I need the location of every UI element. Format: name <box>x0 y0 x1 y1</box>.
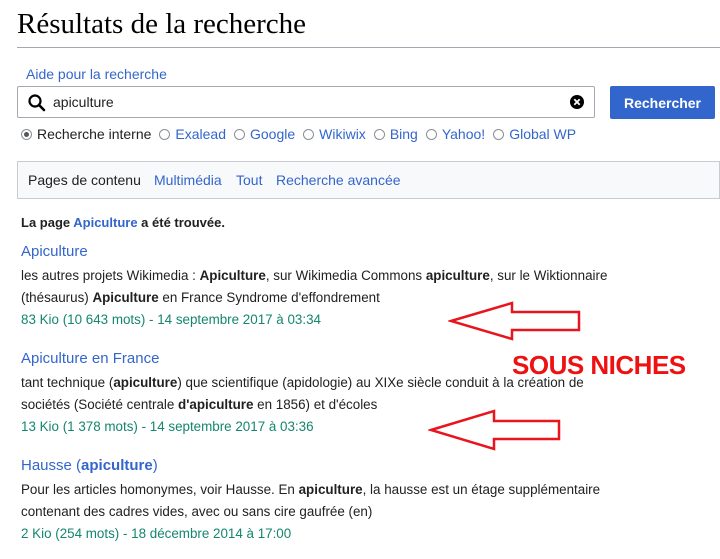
clear-icon[interactable] <box>570 95 584 109</box>
search-icon <box>28 94 46 112</box>
engine-label: Recherche interne <box>37 126 152 142</box>
snippet-text: , sur Wikimedia Commons <box>265 268 426 283</box>
result-title-rest[interactable]: ) <box>153 457 158 474</box>
found-suffix: a été trouvée. <box>137 215 225 230</box>
engine-option-yahoo[interactable]: Yahoo! <box>425 126 485 142</box>
found-prefix: La page <box>21 215 74 230</box>
radio-icon[interactable] <box>159 128 171 140</box>
profile-content-pages: Pages de contenu <box>28 172 141 188</box>
engine-label[interactable]: Yahoo! <box>442 126 485 142</box>
result-title-link[interactable]: Apiculture <box>21 243 88 260</box>
snippet-match: apiculture <box>425 268 490 283</box>
snippet-text: , sur le Wiktionnaire <box>489 268 608 283</box>
result-meta: 13 Kio (1 378 mots) - 14 septembre 2017 … <box>21 419 314 434</box>
snippet-text: les autres projets Wikimedia : <box>21 268 200 283</box>
snippet-text: (thésaurus) <box>21 290 93 305</box>
snippet-match: apiculture <box>298 482 363 497</box>
snippet-text: Pour les articles homonymes, voir Hausse… <box>21 482 299 497</box>
result-title[interactable]: Hausse (apiculture) <box>21 456 720 476</box>
result-title-link[interactable]: Apiculture <box>21 350 88 367</box>
search-button[interactable]: Rechercher <box>610 86 715 119</box>
page-title: Résultats de la recherche <box>17 8 307 40</box>
search-profiles-bar: Pages de contenu Multimédia Tout Recherc… <box>17 161 720 199</box>
result-meta: 83 Kio (10 643 mots) - 14 septembre 2017… <box>21 312 321 327</box>
snippet-match: d'apiculture <box>178 397 254 412</box>
search-input[interactable]: apiculture <box>53 87 114 117</box>
snippet-match: apiculture <box>113 375 178 390</box>
radio-icon[interactable] <box>303 128 315 140</box>
snippet-text: contenant des cadres vides, avec ou sans… <box>21 504 373 519</box>
snippet-text: tant technique ( <box>21 375 114 390</box>
engine-option-global-wp[interactable]: Global WP <box>493 126 576 142</box>
search-help-link[interactable]: Aide pour la recherche <box>26 66 167 82</box>
engine-option-bing[interactable]: Bing <box>373 126 418 142</box>
profile-multimedia[interactable]: Multimédia <box>154 172 222 188</box>
engine-option-google[interactable]: Google <box>234 126 295 142</box>
engine-option-internal[interactable]: Recherche interne <box>21 126 151 142</box>
radio-icon[interactable] <box>234 128 245 140</box>
annotation-arrow-icon <box>448 301 581 341</box>
result-snippet: les autres projets Wikimedia : Apicultur… <box>21 265 720 309</box>
search-engine-options: Recherche interne Exalead Google Wikiwix… <box>21 126 584 142</box>
result-title[interactable]: Apiculture <box>21 242 720 262</box>
result-title-match[interactable]: apiculture <box>81 457 153 474</box>
engine-label[interactable]: Google <box>250 126 295 142</box>
radio-icon[interactable] <box>425 128 437 140</box>
profile-all[interactable]: Tout <box>236 172 262 188</box>
engine-label[interactable]: Global WP <box>509 126 576 142</box>
engine-label[interactable]: Wikiwix <box>319 126 366 142</box>
radio-icon[interactable] <box>373 128 385 140</box>
title-divider <box>17 47 720 48</box>
result-snippet: Pour les articles homonymes, voir Hausse… <box>21 479 720 523</box>
annotation-arrow-icon <box>428 409 561 451</box>
snippet-match: Apiculture <box>199 268 266 283</box>
snippet-text: sociétés (Société centrale <box>21 397 179 412</box>
annotation-label: SOUS NICHES <box>512 350 686 380</box>
engine-label[interactable]: Exalead <box>175 126 226 142</box>
snippet-match: Apiculture <box>92 290 159 305</box>
search-result: Hausse (apiculture) Pour les articles ho… <box>21 456 720 545</box>
snippet-text: , la hausse est un étage supplémentaire <box>362 482 601 497</box>
profile-advanced-search[interactable]: Recherche avancée <box>276 172 401 188</box>
search-result: Apiculture les autres projets Wikimedia … <box>21 242 720 331</box>
engine-option-exalead[interactable]: Exalead <box>159 126 226 142</box>
found-page-link[interactable]: Apiculture <box>73 215 137 230</box>
engine-label[interactable]: Bing <box>390 126 418 142</box>
radio-icon[interactable] <box>493 128 505 140</box>
radio-icon[interactable] <box>21 128 32 140</box>
search-box[interactable]: apiculture <box>17 86 595 118</box>
page-found-notice: La page Apiculture a été trouvée. <box>21 215 225 230</box>
result-title-rest[interactable]: en France <box>88 350 160 367</box>
snippet-text: en France Syndrome d'effondrement <box>158 290 380 305</box>
result-meta: 2 Kio (254 mots) - 18 décembre 2014 à 17… <box>21 526 292 541</box>
result-title-link[interactable]: Hausse ( <box>21 457 81 474</box>
snippet-text: en 1856) et d'écoles <box>253 397 378 412</box>
engine-option-wikiwix[interactable]: Wikiwix <box>303 126 366 142</box>
